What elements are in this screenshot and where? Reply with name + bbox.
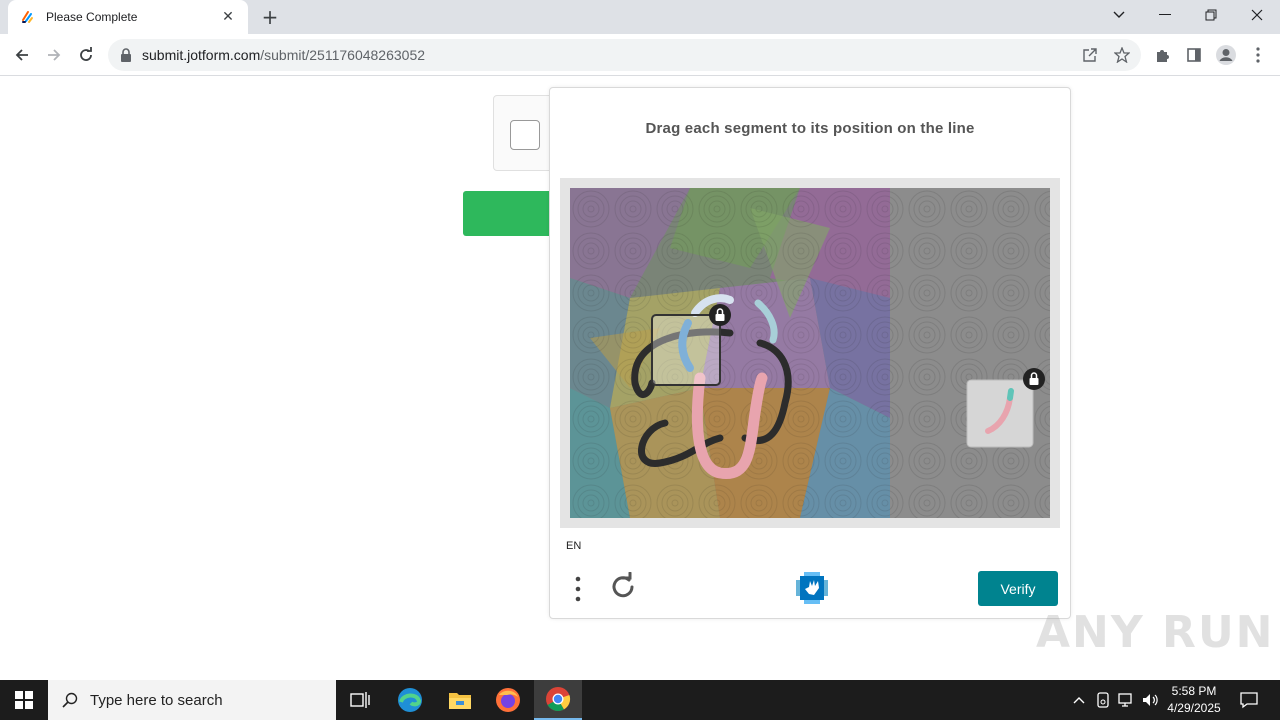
tab-strip: Please Complete ✕ + [0, 0, 1280, 34]
clock-time: 5:58 PM [1171, 684, 1217, 698]
notifications-icon[interactable] [1234, 680, 1264, 720]
volume-icon[interactable] [1140, 680, 1162, 720]
device-icon[interactable] [1093, 680, 1113, 720]
language-selector[interactable]: EN [566, 540, 581, 552]
back-button[interactable] [8, 41, 36, 69]
lock-icon [121, 48, 131, 62]
submit-button[interactable] [463, 191, 563, 236]
start-button[interactable] [0, 680, 48, 720]
network-icon[interactable] [1116, 680, 1138, 720]
tab-title: Please Complete [46, 10, 138, 24]
file-explorer-icon[interactable] [436, 680, 484, 720]
side-panel-icon[interactable] [1180, 41, 1208, 69]
restore-button[interactable] [1188, 0, 1234, 30]
url-host: submit.jotform.com [142, 47, 261, 63]
hcaptcha-checkbox[interactable] [510, 120, 540, 150]
task-view-icon[interactable] [336, 680, 384, 720]
bookmark-star-icon[interactable] [1108, 41, 1136, 69]
anyrun-watermark: ANY RUN [1036, 607, 1275, 658]
address-bar[interactable]: submit.jotform.com/submit/25117604826305… [108, 39, 1141, 71]
captcha-prompt: Drag each segment to its position on the… [645, 120, 975, 137]
share-icon[interactable] [1076, 41, 1104, 69]
browser-menu-icon[interactable] [1244, 41, 1272, 69]
browser-tab[interactable]: Please Complete ✕ [8, 0, 248, 34]
page-content: Drag each segment to its position on the… [0, 77, 1280, 680]
captcha-challenge-dialog: Drag each segment to its position on the… [549, 87, 1071, 619]
taskbar-clock[interactable]: 5:58 PM 4/29/2025 [1160, 683, 1228, 717]
menu-dots-icon[interactable] [568, 574, 588, 604]
profile-avatar[interactable] [1212, 41, 1240, 69]
chrome-icon[interactable] [534, 680, 582, 720]
minimize-button[interactable] [1142, 0, 1188, 30]
refresh-icon[interactable] [608, 572, 638, 602]
forward-button[interactable] [40, 41, 68, 69]
tab-search-chevron-icon[interactable] [1096, 0, 1142, 30]
captcha-image[interactable] [570, 188, 1050, 518]
browser-toolbar: submit.jotform.com/submit/25117604826305… [0, 34, 1280, 76]
search-placeholder: Type here to search [90, 691, 223, 709]
taskbar-search-box[interactable]: Type here to search [48, 680, 336, 720]
search-icon [62, 692, 78, 708]
firefox-icon[interactable] [484, 680, 532, 720]
windows-taskbar: Type here to search 5:58 PM 4/29/2025 [0, 680, 1280, 720]
new-tab-button[interactable]: + [258, 6, 282, 28]
tray-chevron-up-icon[interactable] [1068, 680, 1090, 720]
reload-button[interactable] [72, 41, 100, 69]
verify-button[interactable]: Verify [978, 571, 1058, 606]
close-window-button[interactable] [1234, 0, 1280, 30]
extensions-puzzle-icon[interactable] [1148, 41, 1176, 69]
jotform-favicon-icon [22, 11, 33, 23]
url-text: submit.jotform.com/submit/25117604826305… [142, 47, 425, 63]
tab-close-icon[interactable]: ✕ [220, 9, 236, 25]
clock-date: 4/29/2025 [1167, 701, 1221, 715]
captcha-task-frame [560, 178, 1060, 528]
hcaptcha-logo-icon [796, 572, 828, 604]
url-path: /submit/251176048263052 [260, 47, 426, 63]
edge-icon[interactable] [386, 680, 434, 720]
